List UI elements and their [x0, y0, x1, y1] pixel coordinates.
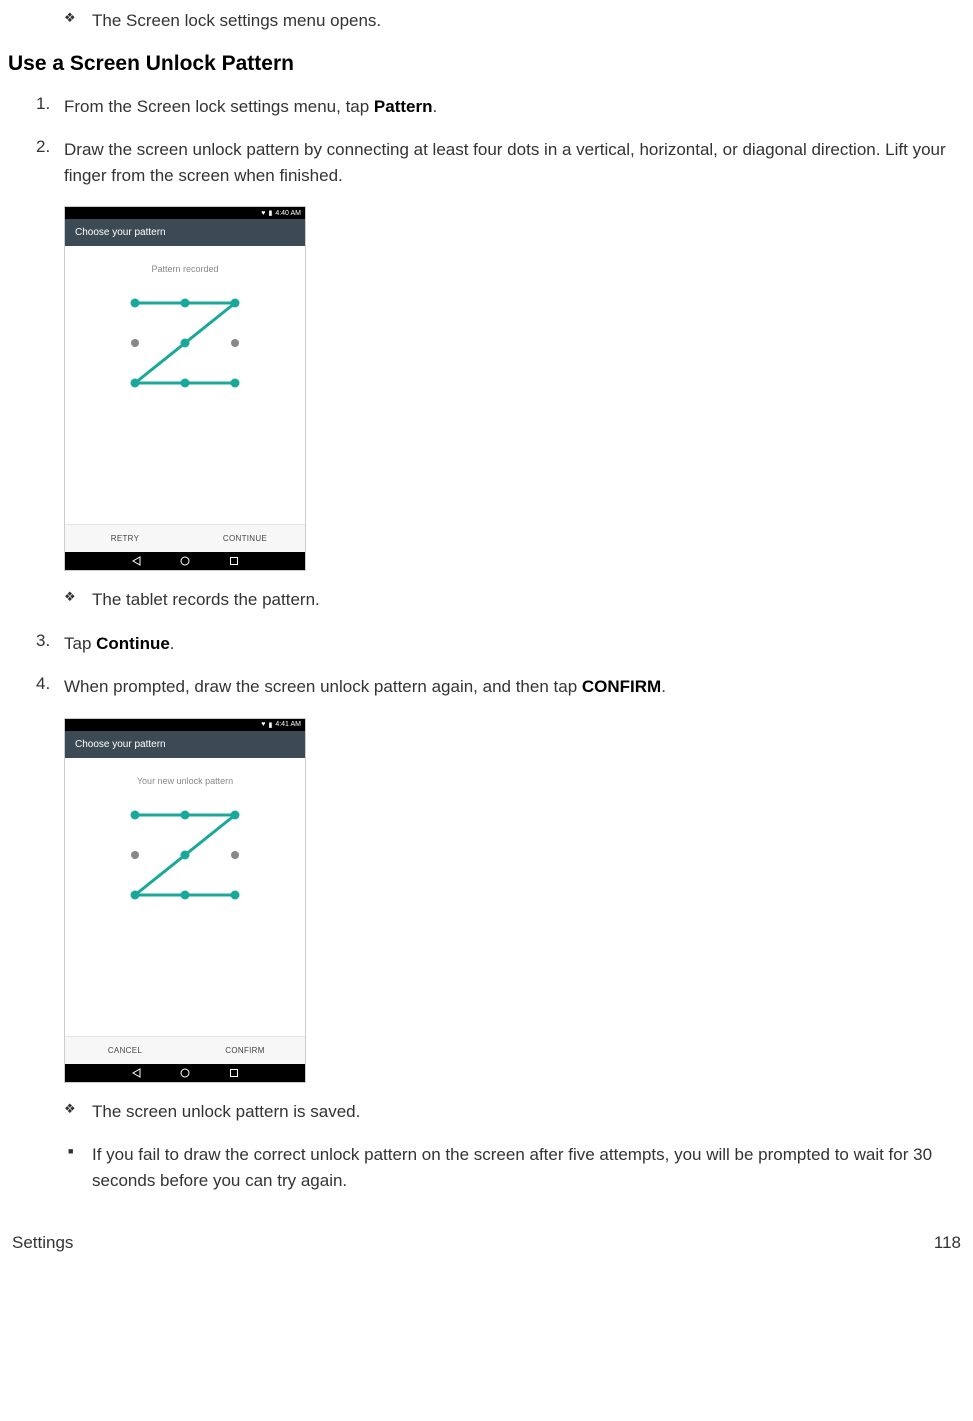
pattern-dot — [231, 379, 240, 388]
diamond-bullet-icon: ❖ — [64, 1099, 92, 1119]
pattern-dot — [131, 339, 139, 347]
footer-section: Settings — [12, 1233, 73, 1253]
home-icon — [180, 556, 190, 566]
cancel-button: CANCEL — [65, 1037, 185, 1064]
nav-bar — [65, 1064, 305, 1082]
home-icon — [180, 1068, 190, 1078]
result-bullet: ❖ The screen unlock pattern is saved. — [64, 1099, 965, 1125]
wifi-icon: ♥ — [261, 210, 265, 217]
step-1: 1. From the Screen lock settings menu, t… — [36, 94, 965, 120]
pattern-dot — [231, 810, 240, 819]
pattern-dot — [131, 810, 140, 819]
step-text: When prompted, draw the screen unlock pa… — [64, 674, 666, 700]
pattern-dot — [181, 810, 190, 819]
diamond-bullet-icon: ❖ — [64, 587, 92, 607]
step-number: 2. — [36, 137, 64, 157]
pattern-grid — [110, 800, 260, 910]
bullet-text: The screen unlock pattern is saved. — [92, 1099, 360, 1125]
phone-content: Your new unlock pattern — [65, 758, 305, 1036]
pattern-dot — [181, 890, 190, 899]
pattern-dot — [131, 299, 140, 308]
continue-button: CONTINUE — [185, 525, 305, 552]
result-bullet: ❖ The Screen lock settings menu opens. — [64, 8, 965, 34]
app-bar-title: Choose your pattern — [65, 219, 305, 246]
step-number: 3. — [36, 631, 64, 651]
step-number: 4. — [36, 674, 64, 694]
phone-action-bar: RETRY CONTINUE — [65, 524, 305, 552]
pattern-dot — [231, 299, 240, 308]
pattern-dot — [231, 339, 239, 347]
pattern-dot — [131, 851, 139, 859]
square-bullet-icon: ■ — [68, 1142, 92, 1162]
app-bar-title: Choose your pattern — [65, 731, 305, 758]
retry-button: RETRY — [65, 525, 185, 552]
pattern-dot — [131, 890, 140, 899]
step-text: Draw the screen unlock pattern by connec… — [64, 137, 965, 188]
nav-bar — [65, 552, 305, 570]
status-bar: ♥ ▮ 4:40 AM — [65, 207, 305, 219]
step-3: 3. Tap Continue. — [36, 631, 965, 657]
screenshot-pattern-recorded: ♥ ▮ 4:40 AM Choose your pattern Pattern … — [64, 206, 306, 571]
phone-action-bar: CANCEL CONFIRM — [65, 1036, 305, 1064]
bullet-text: The Screen lock settings menu opens. — [92, 8, 381, 34]
phone-content: Pattern recorded — [65, 246, 305, 524]
bullet-text: The tablet records the pattern. — [92, 587, 320, 613]
note-text: If you fail to draw the correct unlock p… — [92, 1142, 965, 1193]
pattern-dot — [181, 850, 190, 859]
pattern-dot — [181, 339, 190, 348]
pattern-dot — [181, 299, 190, 308]
footer-page-number: 118 — [934, 1233, 961, 1253]
step-number: 1. — [36, 94, 64, 114]
pattern-dot — [231, 890, 240, 899]
status-time: 4:41 AM — [275, 721, 301, 728]
diamond-bullet-icon: ❖ — [64, 8, 92, 28]
battery-icon: ▮ — [268, 721, 272, 729]
step-text: From the Screen lock settings menu, tap … — [64, 94, 437, 120]
status-time: 4:40 AM — [275, 210, 301, 217]
pattern-message: Pattern recorded — [65, 264, 305, 274]
step-2: 2. Draw the screen unlock pattern by con… — [36, 137, 965, 188]
confirm-button: CONFIRM — [185, 1037, 305, 1064]
wifi-icon: ♥ — [261, 721, 265, 728]
step-text: Tap Continue. — [64, 631, 175, 657]
section-heading: Use a Screen Unlock Pattern — [8, 52, 965, 76]
recents-icon — [229, 556, 239, 566]
screenshot-confirm-pattern: ♥ ▮ 4:41 AM Choose your pattern Your new… — [64, 718, 306, 1083]
result-bullet: ❖ The tablet records the pattern. — [64, 587, 965, 613]
pattern-grid — [110, 288, 260, 398]
pattern-message: Your new unlock pattern — [65, 776, 305, 786]
recents-icon — [229, 1068, 239, 1078]
back-icon — [132, 1068, 142, 1078]
battery-icon: ▮ — [268, 209, 272, 217]
note-bullet: ■ If you fail to draw the correct unlock… — [68, 1142, 965, 1193]
pattern-dot — [131, 379, 140, 388]
pattern-dot — [181, 379, 190, 388]
status-bar: ♥ ▮ 4:41 AM — [65, 719, 305, 731]
pattern-dot — [231, 851, 239, 859]
page-footer: Settings 118 — [8, 1233, 965, 1253]
back-icon — [132, 556, 142, 566]
step-4: 4. When prompted, draw the screen unlock… — [36, 674, 965, 700]
